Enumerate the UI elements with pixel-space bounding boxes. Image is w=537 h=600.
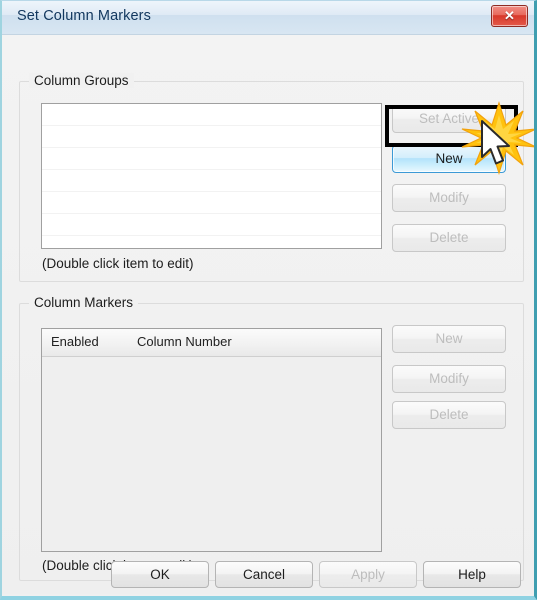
delete-column-group-button[interactable]: Delete	[392, 224, 506, 252]
set-column-markers-dialog: Set Column Markers ✕ Column Groups (Doub…	[0, 0, 537, 600]
modify-column-group-button[interactable]: Modify	[392, 184, 506, 212]
dialog-client-area: Column Groups (Double click item to edit…	[2, 35, 534, 594]
help-button[interactable]: Help	[423, 561, 521, 588]
new-column-marker-button[interactable]: New	[392, 325, 506, 353]
column-markers-listview[interactable]: Enabled Column Number	[41, 328, 382, 552]
column-groups-title: Column Groups	[29, 73, 134, 88]
cancel-button[interactable]: Cancel	[215, 561, 313, 588]
delete-column-marker-button[interactable]: Delete	[392, 401, 506, 429]
column-header-enabled[interactable]: Enabled	[51, 334, 99, 349]
close-icon: ✕	[504, 8, 515, 23]
apply-button[interactable]: Apply	[319, 561, 417, 588]
column-markers-header-row: Enabled Column Number	[42, 329, 381, 357]
close-window-button[interactable]: ✕	[491, 5, 528, 27]
new-column-group-button[interactable]: New	[392, 145, 506, 173]
set-active-button[interactable]: Set Active	[392, 105, 506, 133]
window-title-bar: Set Column Markers ✕	[2, 1, 534, 35]
window-title: Set Column Markers	[17, 8, 151, 24]
column-markers-rows[interactable]	[42, 357, 381, 551]
column-markers-title: Column Markers	[29, 295, 139, 310]
column-header-column-number[interactable]: Column Number	[137, 334, 232, 349]
ok-button[interactable]: OK	[111, 561, 209, 588]
column-groups-hint: (Double click item to edit)	[42, 256, 194, 271]
modify-column-marker-button[interactable]: Modify	[392, 365, 506, 393]
column-groups-listbox[interactable]	[41, 103, 382, 249]
